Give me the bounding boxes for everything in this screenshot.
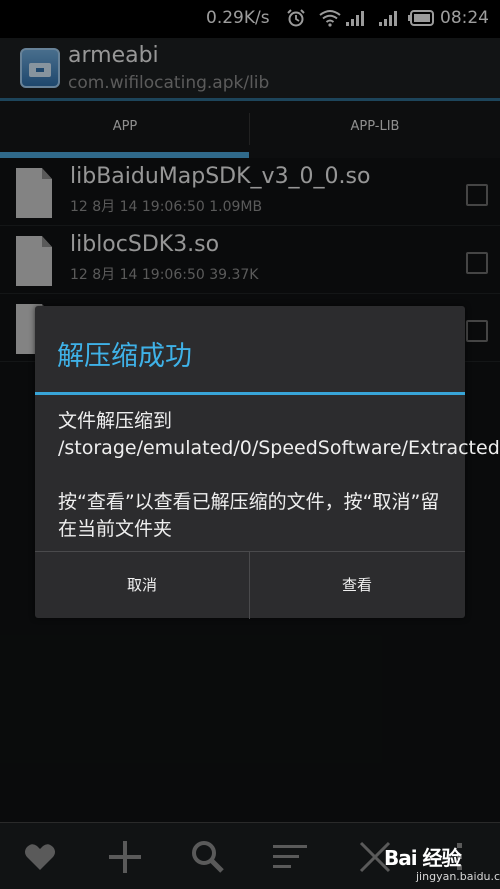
watermark-url: jingyan.baidu.com (416, 870, 500, 883)
baidu-jingyan-watermark: Bai 经验 jingyan.baidu.com (380, 840, 500, 889)
dialog-message-path: 文件解压缩到 /storage/emulated/0/SpeedSoftware… (58, 410, 500, 459)
search-icon[interactable] (188, 837, 228, 877)
dialog-title-divider (35, 392, 465, 395)
extract-success-dialog: 解压缩成功 文件解压缩到 /storage/emulated/0/SpeedSo… (35, 306, 500, 619)
dialog-button-bar: 取消 查看 (35, 551, 465, 619)
view-button[interactable]: 查看 (250, 552, 464, 619)
plus-icon[interactable] (105, 837, 145, 877)
watermark-brand: Bai 经验 (384, 846, 462, 870)
dialog-message-hint: 按“查看”以查看已解压缩的文件，按“取消”留在当前文件夹 (58, 491, 440, 540)
sort-icon[interactable] (270, 837, 310, 877)
dialog-title: 解压缩成功 (57, 341, 192, 372)
dialog-message: 文件解压缩到 /storage/emulated/0/SpeedSoftware… (58, 408, 500, 570)
heart-icon[interactable] (20, 837, 60, 877)
cancel-button[interactable]: 取消 (35, 552, 249, 619)
